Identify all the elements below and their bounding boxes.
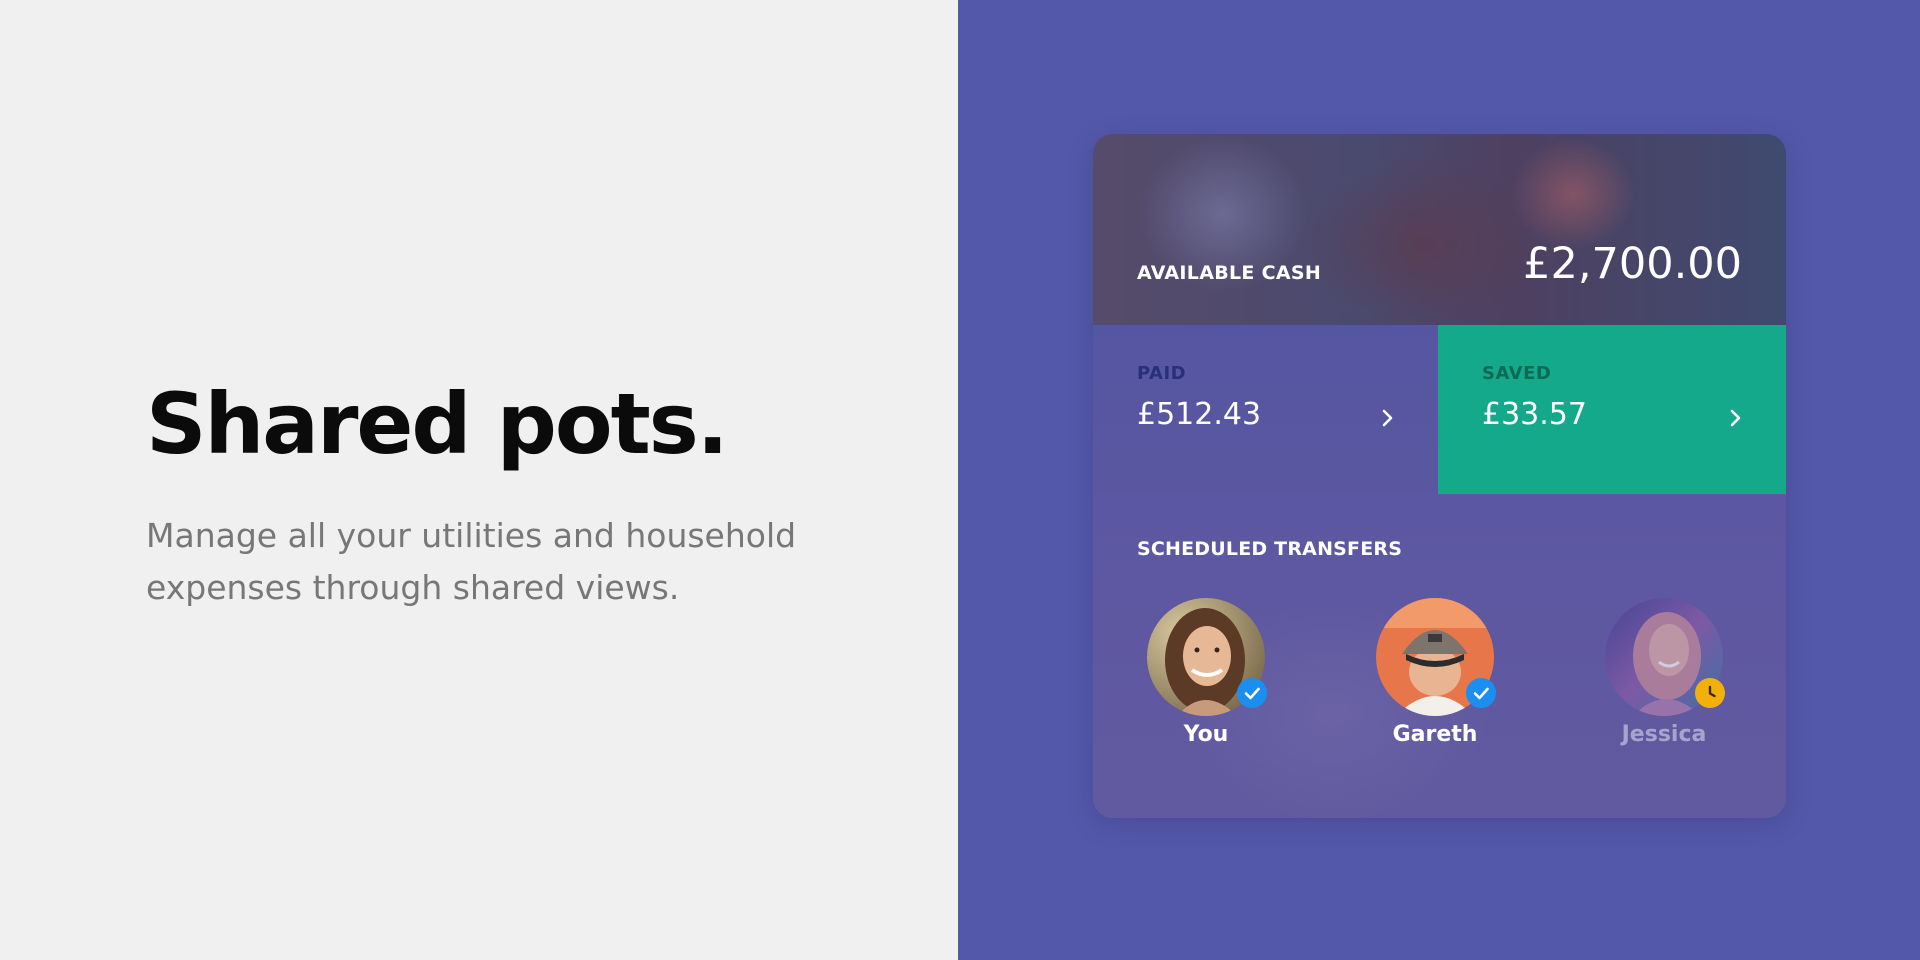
page: Shared pots. Manage all your utilities a… [0,0,1920,960]
paid-amount: £512.43 [1137,397,1262,432]
person-name: Jessica [1621,722,1707,747]
available-cash-header: AVAILABLE CASH £2,700.00 [1093,134,1786,325]
confirmed-badge [1237,678,1267,708]
available-cash-amount: £2,700.00 [1523,239,1742,289]
clock-icon [1708,685,1716,698]
check-icon [1244,687,1260,700]
person-name: You [1183,722,1229,747]
hero-description: Manage all your utilities and household … [146,516,797,607]
pending-badge [1695,678,1725,708]
transfer-person-gareth[interactable]: Gareth [1355,598,1515,758]
saved-label: SAVED [1482,363,1552,384]
transfer-person-you[interactable]: You [1126,598,1286,758]
person-name: Gareth [1392,722,1478,747]
paid-tile[interactable]: PAID £512.43 [1093,325,1438,494]
transfer-person-jessica[interactable]: Jessica [1584,598,1744,758]
available-cash-label: AVAILABLE CASH [1137,262,1322,284]
saved-tile[interactable]: SAVED £33.57 [1438,325,1786,494]
hero-panel: Shared pots. Manage all your utilities a… [0,0,958,960]
chevron-right-icon[interactable] [1724,407,1746,429]
paid-label: PAID [1137,363,1187,384]
chevron-right-icon[interactable] [1376,407,1398,429]
scheduled-transfers-title: SCHEDULED TRANSFERS [1137,538,1403,560]
shared-pot-card: AVAILABLE CASH £2,700.00 PAID £512.43 SA… [1093,134,1786,818]
saved-amount: £33.57 [1482,397,1587,432]
confirmed-badge [1466,678,1496,708]
scheduled-transfers-section: SCHEDULED TRANSFERS You Gareth Jessica [1093,494,1786,818]
hero-title: Shared pots. [146,375,729,473]
check-icon [1473,687,1489,700]
